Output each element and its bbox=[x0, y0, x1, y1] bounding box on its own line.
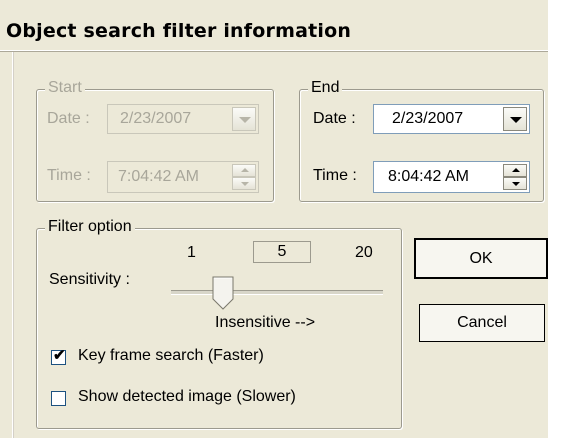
keyframe-search-label[interactable]: Key frame search (Faster) bbox=[78, 347, 264, 365]
frame-edge-inner bbox=[13, 52, 14, 438]
end-time-spinner[interactable]: 8:04:42 AM bbox=[373, 161, 530, 193]
dialog-title: Object search filter information bbox=[6, 20, 352, 42]
show-detected-image-label[interactable]: Show detected image (Slower) bbox=[78, 388, 296, 406]
start-time-down-button bbox=[232, 177, 256, 190]
spin-down-icon bbox=[241, 182, 249, 186]
slider-min-label: 1 bbox=[187, 244, 196, 261]
end-time-value[interactable]: 8:04:42 AM bbox=[388, 168, 469, 186]
filter-option-legend: Filter option bbox=[45, 218, 135, 236]
start-date-picker: 2/23/2007 bbox=[107, 104, 259, 134]
end-date-dropdown-button[interactable] bbox=[503, 107, 527, 131]
spin-down-icon bbox=[512, 182, 520, 186]
ok-button[interactable]: OK bbox=[414, 238, 548, 279]
sensitivity-slider-thumb[interactable] bbox=[212, 276, 234, 310]
slider-hint-label: Insensitive --> bbox=[215, 314, 316, 331]
spin-up-icon bbox=[512, 168, 520, 172]
start-time-spinner: 7:04:42 AM bbox=[107, 161, 259, 193]
start-time-label: Time : bbox=[47, 167, 91, 184]
start-date-value: 2/23/2007 bbox=[120, 110, 192, 127]
end-legend: End bbox=[308, 79, 343, 97]
slider-max-label: 20 bbox=[355, 244, 373, 261]
start-time-value: 7:04:42 AM bbox=[118, 168, 199, 185]
end-time-label: Time : bbox=[313, 167, 357, 184]
start-legend: Start bbox=[45, 79, 85, 97]
start-date-label: Date : bbox=[47, 110, 90, 127]
end-time-up-button[interactable] bbox=[503, 164, 527, 177]
sensitivity-slider-track[interactable] bbox=[171, 290, 383, 295]
sensitivity-value-box: 5 bbox=[253, 241, 311, 263]
chevron-down-icon bbox=[239, 117, 251, 123]
start-time-up-button bbox=[232, 164, 256, 177]
sensitivity-label: Sensitivity : bbox=[49, 271, 130, 288]
end-date-picker[interactable]: 2/23/2007 bbox=[373, 104, 530, 134]
keyframe-search-checkbox[interactable]: ✔ bbox=[51, 347, 66, 365]
checkmark-icon: ✔ bbox=[53, 347, 66, 364]
show-detected-image-checkbox[interactable] bbox=[51, 391, 66, 406]
spin-up-icon bbox=[241, 168, 249, 172]
end-time-down-button[interactable] bbox=[503, 177, 527, 190]
end-date-value: 2/23/2007 bbox=[392, 110, 464, 127]
title-bar[interactable]: Object search filter information bbox=[0, 0, 548, 51]
background-edge-bottom bbox=[0, 438, 561, 447]
chevron-down-icon bbox=[510, 117, 522, 123]
end-date-label: Date : bbox=[313, 110, 356, 127]
dialog-window: Object search filter information Start D… bbox=[0, 0, 561, 447]
background-edge bbox=[548, 0, 561, 447]
cancel-button[interactable]: Cancel bbox=[419, 304, 545, 342]
start-date-dropdown-button bbox=[232, 107, 256, 131]
